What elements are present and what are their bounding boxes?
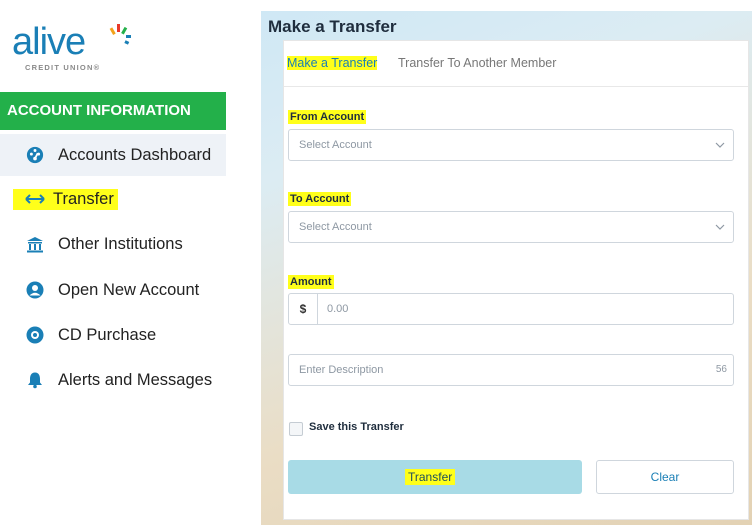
sidebar: alive CREDIT UNION® ACCOUNT INFORMATION …: [0, 0, 232, 525]
page-title: Make a Transfer: [268, 17, 397, 36]
sidebar-item-other-institutions[interactable]: Other Institutions: [0, 226, 183, 262]
logo-rays-icon: [109, 24, 131, 45]
save-transfer-label: Save this Transfer: [309, 421, 404, 433]
amount-field[interactable]: $ 0.00: [288, 293, 734, 325]
chevron-down-icon: [715, 142, 725, 148]
from-account-select[interactable]: Select Account: [288, 129, 734, 161]
user-circle-icon: [26, 281, 44, 299]
chevron-down-icon: [715, 224, 725, 230]
transfer-button-label: Transfer: [405, 469, 456, 485]
transfer-card: Make a Transfer Transfer To Another Memb…: [283, 40, 749, 520]
clear-button[interactable]: Clear: [596, 460, 734, 494]
sidebar-item-open-new-account[interactable]: Open New Account: [0, 272, 199, 308]
sidebar-item-label: Accounts Dashboard: [58, 145, 212, 164]
from-account-label: From Account: [288, 110, 367, 124]
alive-logo[interactable]: alive CREDIT UNION®: [12, 22, 162, 74]
cd-disc-icon: [26, 326, 44, 344]
to-account-select[interactable]: Select Account: [288, 211, 734, 243]
sidebar-item-accounts-dashboard[interactable]: Accounts Dashboard: [0, 137, 211, 173]
to-account-label: To Account: [288, 192, 352, 206]
description-placeholder: Enter Description: [299, 364, 384, 376]
logo-subtitle: CREDIT UNION®: [25, 63, 101, 72]
sidebar-item-alerts-messages[interactable]: Alerts and Messages: [0, 362, 212, 398]
currency-symbol: $: [289, 294, 318, 324]
transfer-button[interactable]: Transfer: [288, 460, 582, 494]
description-char-count: 56: [715, 364, 727, 375]
to-account-placeholder: Select Account: [299, 221, 372, 233]
sidebar-item-label: Open New Account: [58, 280, 200, 299]
logo-wordmark: alive: [12, 21, 86, 63]
account-information-header: ACCOUNT INFORMATION: [0, 92, 226, 130]
from-account-placeholder: Select Account: [299, 139, 372, 151]
description-field[interactable]: Enter Description 56: [288, 354, 734, 386]
sidebar-item-label: Transfer: [53, 189, 114, 208]
amount-placeholder: 0.00: [327, 303, 349, 315]
sidebar-item-label: Other Institutions: [58, 234, 183, 253]
transfer-tabs: Make a Transfer Transfer To Another Memb…: [284, 41, 748, 87]
transfer-panel: Make a Transfer Make a Transfer Transfer…: [261, 11, 752, 525]
tab-transfer-to-another-member[interactable]: Transfer To Another Member: [398, 56, 556, 70]
dashboard-gauge-icon: [26, 146, 44, 164]
bell-icon: [26, 371, 44, 389]
sidebar-item-label: Alerts and Messages: [58, 370, 213, 389]
left-right-arrow-icon: [25, 190, 45, 208]
amount-label: Amount: [288, 275, 334, 289]
sidebar-item-transfer[interactable]: Transfer: [0, 181, 118, 217]
tab-make-a-transfer[interactable]: Make a Transfer: [287, 56, 378, 70]
bank-building-icon: [26, 235, 44, 253]
sidebar-item-cd-purchase[interactable]: CD Purchase: [0, 317, 156, 353]
transfer-highlight: Transfer: [13, 188, 118, 210]
save-transfer-checkbox[interactable]: [289, 422, 303, 436]
sidebar-item-label: CD Purchase: [58, 325, 157, 344]
